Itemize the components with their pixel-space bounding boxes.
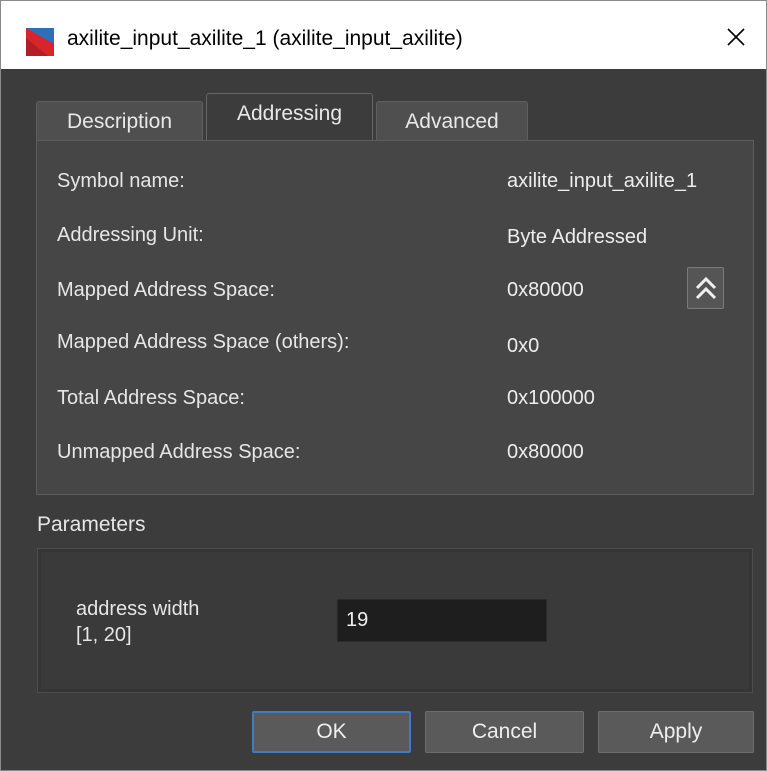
unmapped-address-space-label: Unmapped Address Space: (57, 441, 301, 463)
ip-customization-dialog: axilite_input_axilite_1 (axilite_input_a… (0, 0, 767, 771)
addressing-unit-label: Addressing Unit: (57, 224, 204, 246)
mapped-address-space-value: 0x80000 (507, 279, 584, 301)
title-bar: axilite_input_axilite_1 (axilite_input_a… (1, 1, 766, 69)
parameters-inner-panel: address width [1, 20] 19 (41, 552, 749, 689)
apply-button[interactable]: Apply (598, 711, 754, 753)
double-chevron-up-icon (695, 276, 716, 300)
tab-advanced[interactable]: Advanced (376, 101, 528, 141)
window-title: axilite_input_axilite_1 (axilite_input_a… (67, 27, 463, 50)
total-address-space-label: Total Address Space: (57, 387, 245, 409)
addressing-panel: Symbol name: axilite_input_axilite_1 Add… (36, 140, 754, 495)
address-width-input[interactable]: 19 (337, 599, 547, 642)
symbol-name-value: axilite_input_axilite_1 (507, 170, 698, 192)
vivado-logo-icon (26, 28, 54, 56)
mapped-address-space-label: Mapped Address Space: (57, 279, 275, 301)
close-button[interactable] (706, 11, 766, 63)
total-address-space-value: 0x100000 (507, 387, 595, 409)
address-width-range: [1, 20] (76, 624, 132, 646)
unmapped-address-space-value: 0x80000 (507, 441, 584, 463)
cancel-button[interactable]: Cancel (425, 711, 584, 753)
mapped-address-space-others-value: 0x0 (507, 335, 540, 357)
tab-addressing[interactable]: Addressing (206, 93, 373, 142)
address-width-label: address width [1, 20] (76, 596, 199, 648)
mapped-address-space-others-label: Mapped Address Space (others): (57, 331, 350, 353)
address-width-name: address width (76, 598, 200, 620)
tab-description[interactable]: Description (36, 101, 203, 141)
collapse-button[interactable] (687, 267, 724, 309)
ok-button[interactable]: OK (252, 711, 411, 753)
parameters-heading: Parameters (37, 513, 146, 536)
parameters-group: address width [1, 20] 19 (37, 548, 753, 693)
addressing-unit-value: Byte Addressed (507, 226, 648, 248)
symbol-name-label: Symbol name: (57, 170, 185, 192)
close-icon (727, 28, 745, 46)
